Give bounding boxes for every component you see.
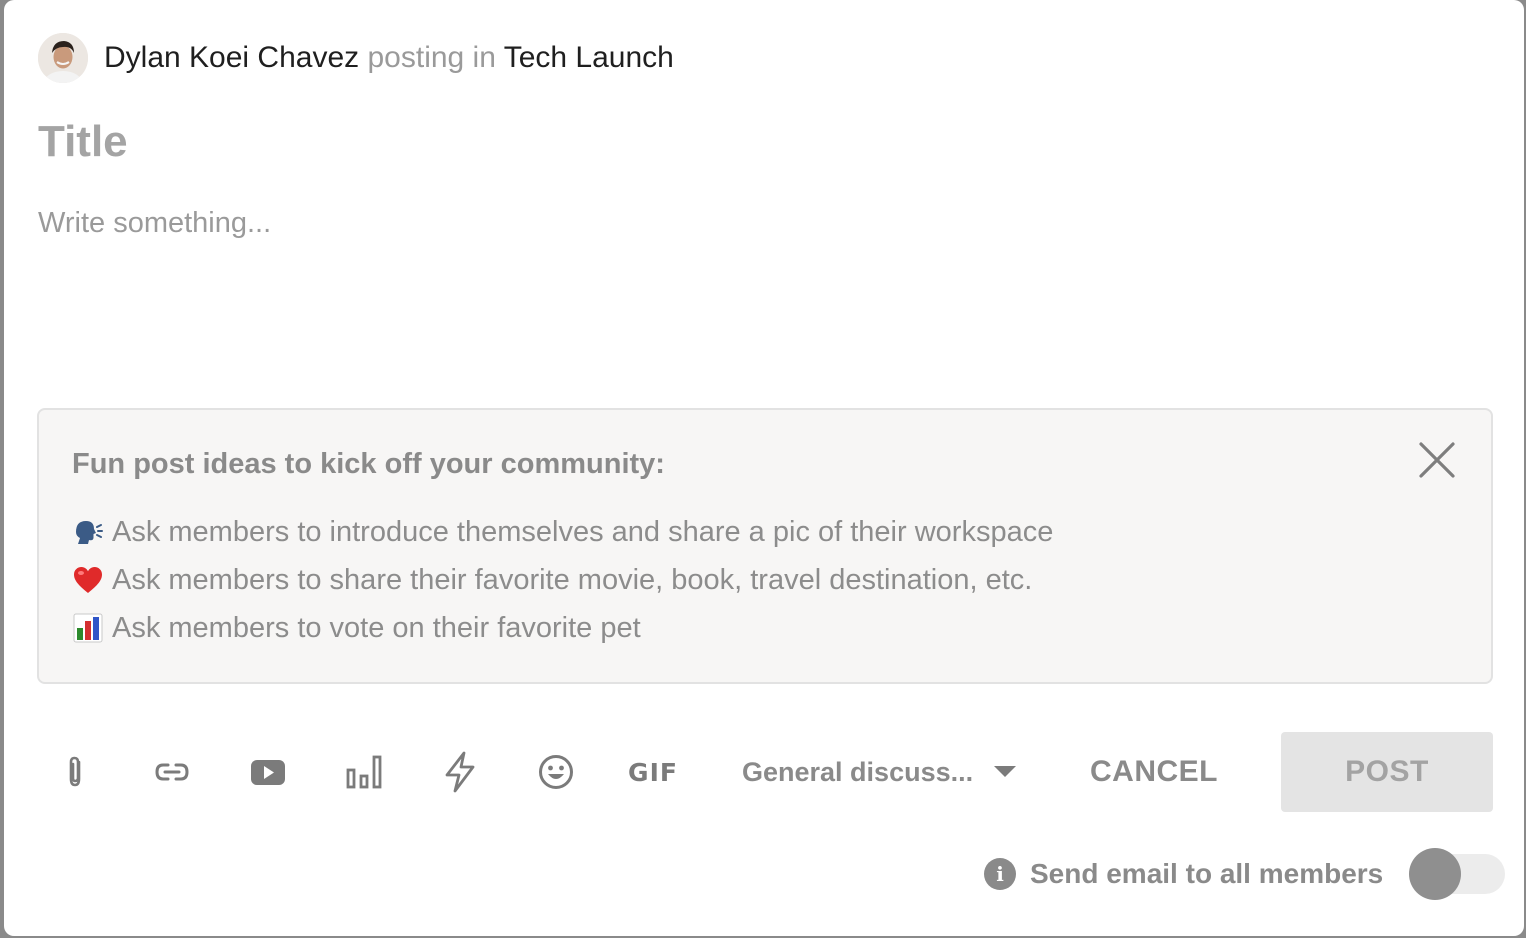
email-members-toggle[interactable] bbox=[1409, 846, 1506, 902]
category-label: General discuss... bbox=[742, 756, 974, 787]
toggle-knob bbox=[1409, 848, 1462, 900]
caret-down-icon bbox=[994, 766, 1016, 778]
author-name[interactable]: Dylan Koei Chavez bbox=[104, 41, 359, 74]
speaking-head-icon bbox=[72, 516, 104, 548]
author-avatar bbox=[38, 33, 88, 83]
poll-icon[interactable] bbox=[338, 746, 390, 798]
list-item: Ask members to vote on their favorite pe… bbox=[72, 604, 1053, 652]
email-members-row: i Send email to all members bbox=[984, 846, 1506, 902]
red-heart-icon bbox=[72, 564, 104, 596]
post-ideas-panel: Fun post ideas to kick off your communit… bbox=[37, 408, 1493, 684]
list-item: Ask members to share their favorite movi… bbox=[72, 556, 1053, 604]
create-post-modal: Dylan Koei Chavez posting in Tech Launch… bbox=[4, 0, 1524, 936]
gif-label: GIF bbox=[628, 757, 678, 787]
idea-text: Ask members to share their favorite movi… bbox=[112, 563, 1033, 596]
composer-toolbar: GIF General discuss... CANCEL POST bbox=[4, 732, 1524, 812]
email-members-label: Send email to all members bbox=[1030, 858, 1384, 889]
post-ideas-list: Ask members to introduce themselves and … bbox=[72, 508, 1053, 652]
category-select[interactable]: General discuss... bbox=[742, 746, 1032, 798]
close-icon[interactable] bbox=[1417, 440, 1457, 480]
lightning-icon[interactable] bbox=[434, 746, 486, 798]
list-item: Ask members to introduce themselves and … bbox=[72, 508, 1053, 556]
gif-icon[interactable]: GIF bbox=[626, 746, 680, 798]
post-header: Dylan Koei Chavez posting in Tech Launch bbox=[38, 32, 674, 84]
paperclip-icon[interactable] bbox=[50, 746, 102, 798]
info-icon[interactable]: i bbox=[984, 858, 1016, 890]
emoji-icon[interactable] bbox=[530, 746, 582, 798]
posting-in-text: posting in bbox=[367, 41, 496, 74]
body-input[interactable] bbox=[38, 200, 1478, 380]
post-button[interactable]: POST bbox=[1281, 732, 1493, 812]
cancel-button[interactable]: CANCEL bbox=[1074, 732, 1234, 812]
link-icon[interactable] bbox=[146, 746, 198, 798]
community-name[interactable]: Tech Launch bbox=[504, 41, 674, 74]
post-context: Dylan Koei Chavez posting in Tech Launch bbox=[104, 41, 674, 75]
idea-text: Ask members to introduce themselves and … bbox=[112, 515, 1054, 548]
post-ideas-heading: Fun post ideas to kick off your communit… bbox=[72, 448, 665, 480]
title-input[interactable] bbox=[38, 112, 1438, 172]
youtube-icon[interactable] bbox=[242, 746, 294, 798]
bar-chart-icon bbox=[72, 612, 104, 644]
idea-text: Ask members to vote on their favorite pe… bbox=[112, 611, 641, 644]
